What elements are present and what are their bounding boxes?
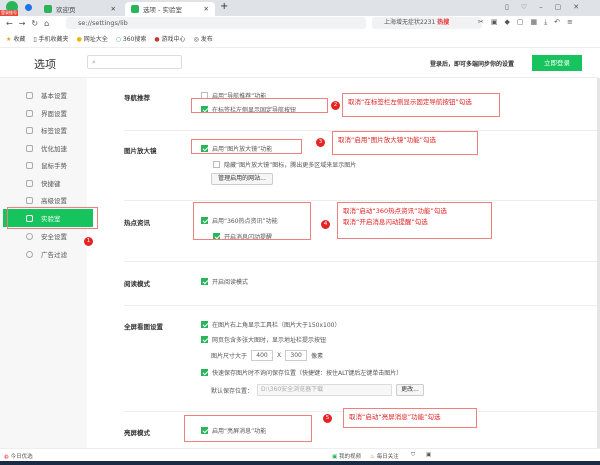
section-label-reading: 阅读模式 (124, 280, 150, 288)
annotation-badge: 3 (316, 138, 325, 147)
shield-icon[interactable]: ⛉ (411, 452, 415, 459)
section-label-nav: 导航推荐 (124, 94, 150, 102)
sidebar-item-adblock[interactable]: 广告过滤 (8, 245, 98, 263)
new-tab-icon[interactable]: + (220, 1, 228, 12)
checkbox (213, 161, 220, 168)
bookmark-item[interactable]: ● 游戏中心 (154, 34, 185, 43)
sidebar-item-speed[interactable]: 优化加速 (8, 139, 98, 157)
toolbar-icons[interactable]: ✂▣◆▢▦⤓↶≡ (478, 18, 580, 27)
checkbox (201, 278, 208, 285)
window-icon (26, 109, 33, 117)
section-label-bright: 亮屏模式 (124, 429, 150, 437)
bookmark-item[interactable]: ◎ 发布 (194, 34, 213, 43)
block-icon (26, 250, 33, 258)
page-title: 选项 (34, 58, 56, 71)
annotation-box (184, 415, 312, 442)
tab-icon (26, 126, 33, 134)
width-input[interactable]: 400 (251, 350, 274, 361)
change-button[interactable]: 更改... (396, 384, 425, 396)
taskbar (0, 461, 600, 465)
settings-icon (26, 91, 33, 99)
option-fullscreen-toolbar[interactable]: 在图片右上角显示工具栏（图片大于150x100） (201, 320, 340, 329)
sidebar-item-tabs[interactable]: 标签设置 (8, 121, 98, 139)
checkbox (201, 321, 208, 328)
save-path-input[interactable]: D:\360安全浏览器下载 (257, 384, 393, 396)
annotation-box (191, 98, 328, 113)
divider (124, 305, 598, 306)
annotation-box (191, 139, 302, 154)
option-quick-save[interactable]: 快速保存图片时不询问保存位置（快捷键：按住ALT键后左键单击图片） (201, 368, 402, 377)
url-input[interactable]: se://settings/lib (66, 17, 366, 29)
section-label-fullscreen: 全屏看图设置 (124, 323, 163, 331)
tab-favicon-icon (131, 5, 139, 13)
sidebar-item-ui[interactable]: 界面设置 (8, 104, 98, 122)
window-controls[interactable]: ▯♡–▢✕ (505, 3, 591, 11)
image-size-row: 图片尺寸大于 400 X 300 像素 (211, 350, 324, 361)
annotation-box (7, 207, 98, 229)
bookmark-item[interactable]: ▯ 手机收藏夹 (33, 34, 68, 43)
sidebar-item-gesture[interactable]: 鼠标手势 (8, 156, 98, 174)
tab-favicon-icon (44, 5, 52, 13)
advanced-icon (26, 196, 33, 204)
section-label-hot: 热点资讯 (124, 219, 150, 227)
lightning-icon (26, 144, 33, 152)
mouse-icon (26, 161, 33, 169)
option-fullscreen-hint[interactable]: 网页包含多张大图时，显示地址栏提示按钮 (201, 335, 326, 344)
annotation-badge: 1 (84, 237, 93, 246)
annotation-box (193, 202, 311, 240)
sidebar-item-basic[interactable]: 基本设置 (8, 86, 98, 104)
manage-sites-button[interactable]: 管理启用的网站... (211, 173, 273, 185)
bookmarks-bar: ★ 收藏 ▯ 手机收藏夹 ● 网址大全 ○ 360搜索 ● 游戏中心 ◎ 发布 (0, 30, 600, 48)
shield-icon (26, 232, 33, 240)
sidebar-item-shortcuts[interactable]: 快捷键 (8, 174, 98, 192)
status-bar: ◍ 今日优选 ▣ 我的视频 ♨ 每日关注 ⛉ ▣ (0, 448, 600, 461)
annotation-note: 取消“在标签栏左侧显示固定导航按钮”勾选 (342, 93, 500, 117)
close-icon[interactable]: ✕ (204, 5, 209, 13)
settings-header: 选项 ⌕ 登录后，即可多端同步你的设置 立即登录 (0, 48, 598, 78)
nav-buttons-icon[interactable]: ←→↻⌂ (6, 19, 55, 28)
annotation-note: 取消“启动“亮屏消息”功能”勾选 (343, 408, 477, 428)
annotation-note: 取消“启用“图片放大镜”功能”勾选 (332, 131, 478, 155)
annotation-badge: 4 (321, 220, 330, 229)
save-location-row: 默认保存位置： D:\360安全浏览器下载 更改... (211, 384, 425, 396)
section-label-magnifier: 图片放大镜 (124, 147, 157, 155)
tab-welcome[interactable]: 欢迎页 ✕ (38, 2, 122, 16)
tab-lab[interactable]: 选项 - 实验室 ✕ (125, 2, 215, 16)
annotation-badge: 5 (323, 414, 332, 423)
option-magnifier-hide-icon[interactable]: 隐藏“图片放大镜”图标，腾出更多区域来显示图片 (213, 160, 356, 169)
search-input[interactable]: 上海增无症状2231 热搜 (372, 17, 482, 29)
height-input[interactable]: 300 (285, 350, 308, 361)
daily-follow[interactable]: ♨ 每日关注 (370, 452, 399, 460)
login-button[interactable]: 立即登录 (532, 55, 582, 71)
annotation-badge: 2 (331, 101, 340, 110)
shield-icon[interactable] (25, 4, 32, 11)
download-icon[interactable]: ▣ (426, 452, 431, 458)
annotation-note: 取消“启动“360热点资讯”功能”勾选 取消“开启消息闪动提醒”勾选 (337, 202, 492, 239)
bookmark-item[interactable]: ○ 360搜索 (116, 34, 147, 43)
close-icon[interactable]: ✕ (111, 5, 116, 13)
bookmark-item[interactable]: ★ 收藏 (6, 34, 25, 43)
checkbox (201, 369, 208, 376)
bookmark-item[interactable]: ● 网址大全 (77, 34, 108, 43)
my-video[interactable]: ▣ 我的视频 (332, 452, 361, 460)
checkbox (201, 336, 208, 343)
login-hint: 登录后，即可多端同步你的设置 (430, 61, 515, 68)
keyboard-icon (26, 179, 33, 187)
tab-bar: 登录账号 欢迎页 ✕ 选项 - 实验室 ✕ + ▯♡–▢✕ (0, 0, 600, 16)
option-reading-enable[interactable]: 开启阅读模式 (201, 277, 248, 286)
settings-search-input[interactable]: ⌕ (87, 55, 182, 69)
today-picks[interactable]: ◍ 今日优选 (4, 452, 33, 460)
divider (124, 200, 598, 201)
divider (124, 261, 598, 262)
